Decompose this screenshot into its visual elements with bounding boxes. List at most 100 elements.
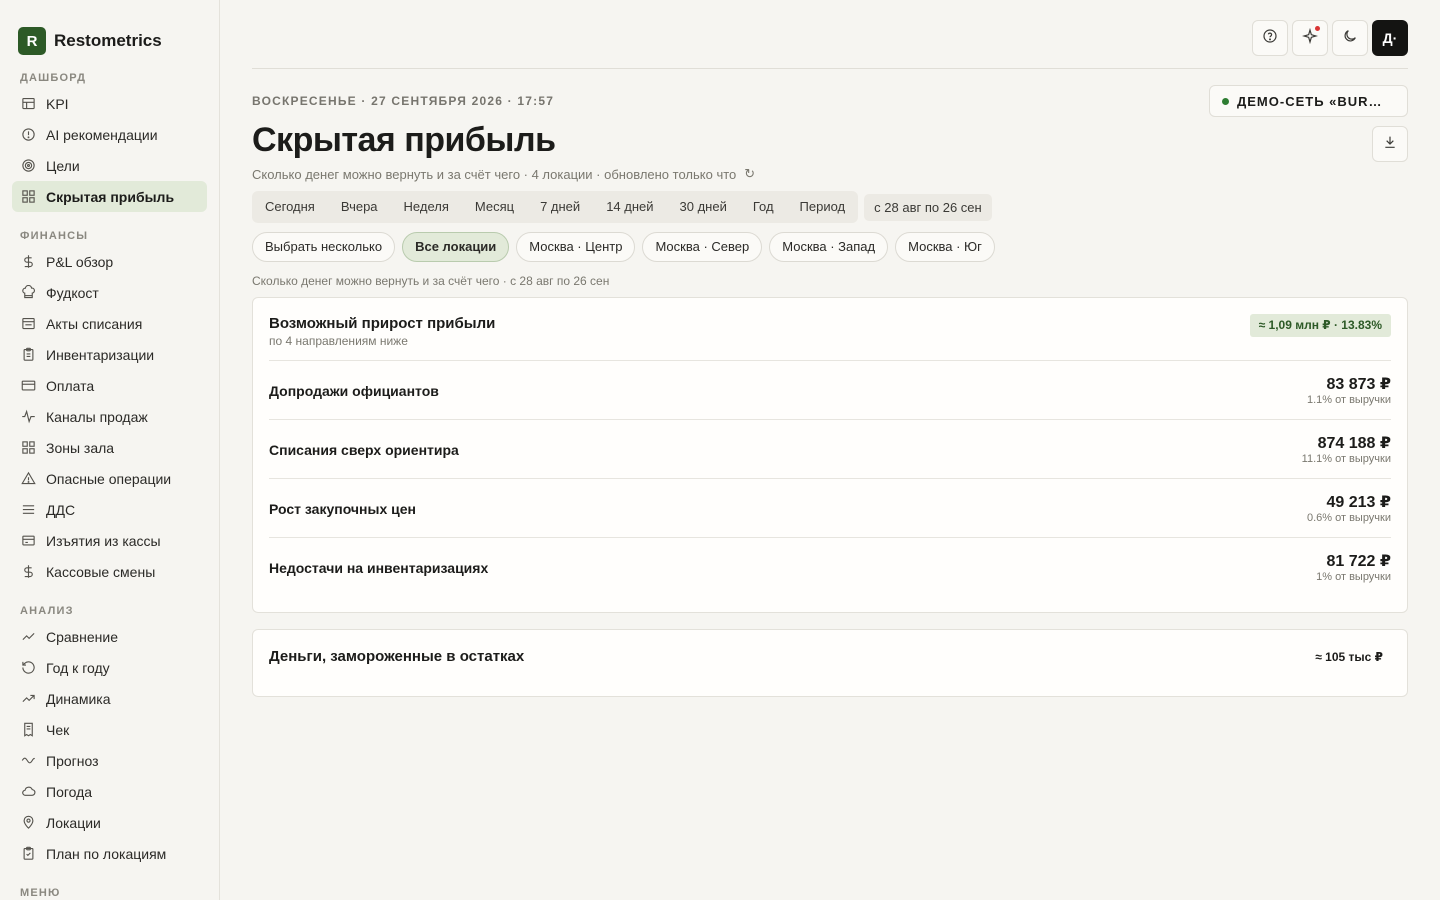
sidebar-item-динамика[interactable]: Динамика xyxy=(12,683,207,714)
nav-section-label: ФИНАНСЫ xyxy=(20,230,89,242)
row-revenue-share: 0.6% от выручки xyxy=(1306,512,1391,524)
theme-toggle-button[interactable] xyxy=(1332,20,1368,56)
profit-row[interactable]: Списания сверх ориентира 874 188 ₽11.1% о… xyxy=(269,420,1391,479)
location-chip[interactable]: Москва · Запад xyxy=(769,232,889,262)
notification-dot xyxy=(1315,26,1320,31)
sidebar-item-каналы-продаж[interactable]: Каналы продаж xyxy=(12,401,207,432)
row-revenue-share: 1% от выручки xyxy=(1316,571,1391,583)
org-selector[interactable]: ДЕМО-СЕТЬ «BUR… xyxy=(1209,85,1408,117)
frozen-value: ≈ 105 тыс ₽ xyxy=(1315,650,1383,664)
sidebar-item-изъятия-из-кассы[interactable]: Изъятия из кассы xyxy=(12,525,207,556)
download-button[interactable] xyxy=(1372,126,1408,162)
sidebar-item-label: Сравнение xyxy=(46,628,118,645)
location-chip[interactable]: Все локации xyxy=(402,232,510,262)
dateline: ВОСКРЕСЕНЬЕ · 27 СЕНТЯБРЯ 2026 · 17:57 xyxy=(252,94,555,108)
sidebar-item-kpi[interactable]: KPI xyxy=(12,88,207,119)
sidebar-item-погода[interactable]: Погода xyxy=(12,776,207,807)
topbar: Д· xyxy=(252,0,1408,69)
sidebar-item-акты-списания[interactable]: Акты списания xyxy=(12,308,207,339)
avatar[interactable]: Д· xyxy=(1372,20,1408,56)
sidebar-item-скрытая-прибыль[interactable]: Скрытая прибыль xyxy=(12,181,207,212)
org-name: ДЕМО-СЕТЬ «BUR… xyxy=(1237,93,1383,109)
brand[interactable]: R Restometrics xyxy=(0,0,219,64)
frozen-stock-card[interactable]: Деньги, замороженные в остатках ≈ 105 ты… xyxy=(252,629,1408,697)
sidebar-item-label: Инвентаризации xyxy=(46,346,155,363)
row-value: 874 188 ₽ xyxy=(1317,435,1391,452)
period-tab-период[interactable]: Период xyxy=(787,191,859,223)
period-tab-вчера[interactable]: Вчера xyxy=(328,191,391,223)
period-tab-месяц[interactable]: Месяц xyxy=(462,191,527,223)
period-tab-сегодня[interactable]: Сегодня xyxy=(252,191,328,223)
nav-group: ДАШБОРД KPI AI рекомендации Цели Скрытая при… xyxy=(0,68,219,212)
card-title: Возможный прирост прибыли xyxy=(269,315,496,332)
profit-row[interactable]: Рост закупочных цен 49 213 ₽0.6% от выруч… xyxy=(269,479,1391,538)
sidebar-item-p-l-обзор[interactable]: P&L обзор xyxy=(12,246,207,277)
sidebar-item-локации[interactable]: Локации xyxy=(12,807,207,838)
row-label: Недостачи на инвентаризациях xyxy=(269,560,489,576)
chef-hat-icon xyxy=(20,285,36,301)
period-filter: Сегодня Вчера Неделя Месяц 7 дней 14 дней 30 д… xyxy=(252,191,992,223)
sidebar-item-оплата[interactable]: Оплата xyxy=(12,370,207,401)
brand-logo: R xyxy=(18,27,46,55)
sidebar-item-label: Прогноз xyxy=(46,752,99,769)
row-value: 49 213 ₽ xyxy=(1326,494,1391,511)
sidebar-item-ai-рекомендации[interactable]: AI рекомендации xyxy=(12,119,207,150)
sidebar-item-год-к-году[interactable]: Год к году xyxy=(12,652,207,683)
period-tab-неделя[interactable]: Неделя xyxy=(391,191,462,223)
sidebar-item-план-по-локациям[interactable]: План по локациям xyxy=(12,838,207,869)
sidebar-item-инвентаризации[interactable]: Инвентаризации xyxy=(12,339,207,370)
date-range-button[interactable]: с 28 авг по 26 сен xyxy=(864,194,992,221)
sidebar-item-опасные-операции[interactable]: Опасные операции xyxy=(12,463,207,494)
sidebar-item-зоны-зала[interactable]: Зоны зала xyxy=(12,432,207,463)
profit-row[interactable]: Допродажи официантов 83 873 ₽1.1% от выру… xyxy=(269,361,1391,420)
clipboard-icon xyxy=(20,347,36,363)
target-icon xyxy=(20,158,36,174)
sidebar-item-label: Цели xyxy=(46,157,80,174)
sidebar-item-label: Каналы продаж xyxy=(46,408,148,425)
period-tab-7-дней[interactable]: 7 дней xyxy=(527,191,593,223)
help-button[interactable] xyxy=(1252,20,1288,56)
card-title: Деньги, замороженные в остатках xyxy=(269,648,525,665)
nav-list: KPI AI рекомендации Цели Скрытая прибыль xyxy=(0,88,219,212)
period-tab-30-дней[interactable]: 30 дней xyxy=(667,191,740,223)
download-icon xyxy=(1382,134,1398,155)
cloud-icon xyxy=(20,784,36,800)
multi-select-button[interactable]: Выбрать несколько xyxy=(252,232,396,262)
sidebar-item-label: Локации xyxy=(46,814,101,831)
sidebar-item-чек[interactable]: Чек xyxy=(12,714,207,745)
sidebar-item-цели[interactable]: Цели xyxy=(12,150,207,181)
sidebar-item-label: Опасные операции xyxy=(46,470,172,487)
sidebar-item-label: KPI xyxy=(46,95,69,112)
row-label: Рост закупочных цен xyxy=(269,501,416,517)
nav-section-label: МЕНЮ xyxy=(20,887,61,899)
sidebar-item-label: ДДС xyxy=(46,501,76,518)
period-tab-год[interactable]: Год xyxy=(740,191,787,223)
sidebar-item-label: Зоны зала xyxy=(46,439,115,456)
sidebar-item-label: Скрытая прибыль xyxy=(46,188,175,205)
clipboard-check-icon xyxy=(20,846,36,862)
nav-list: P&L обзор Фудкост Акты списания Инвентариза… xyxy=(0,246,219,587)
list-box-icon xyxy=(20,316,36,332)
page-subtitle: Сколько денег можно вернуть и за счёт че… xyxy=(252,166,755,182)
sidebar-item-сравнение[interactable]: Сравнение xyxy=(12,621,207,652)
sidebar-item-фудкост[interactable]: Фудкост xyxy=(12,277,207,308)
sidebar-item-ддс[interactable]: ДДС xyxy=(12,494,207,525)
grid-icon xyxy=(20,440,36,456)
profit-row[interactable]: Недостачи на инвентаризациях 81 722 ₽1% о… xyxy=(269,538,1391,597)
sidebar-item-прогноз[interactable]: Прогноз xyxy=(12,745,207,776)
location-chip[interactable]: Москва · Юг xyxy=(895,232,995,262)
nav-group: АНАЛИЗ Сравнение Год к году Динамика Чек Прог… xyxy=(0,601,219,869)
refresh-icon[interactable]: ↻ xyxy=(744,166,755,182)
sidebar-item-label: План по локациям xyxy=(46,845,167,862)
alert-circle-icon xyxy=(20,127,36,143)
ai-sparkle-button[interactable] xyxy=(1292,20,1328,56)
trend-up-icon xyxy=(20,691,36,707)
period-tab-14-дней[interactable]: 14 дней xyxy=(593,191,666,223)
total-badge: ≈ 1,09 млн ₽ · 13.83% xyxy=(1249,314,1391,337)
sidebar-item-label: Год к году xyxy=(46,659,110,676)
sidebar: R Restometrics ДАШБОРД KPI AI рекомендации… xyxy=(0,0,220,900)
location-chip[interactable]: Москва · Север xyxy=(642,232,763,262)
location-chip[interactable]: Москва · Центр xyxy=(516,232,636,262)
page-title: Скрытая прибыль xyxy=(252,121,556,159)
sidebar-item-кассовые-смены[interactable]: Кассовые смены xyxy=(12,556,207,587)
